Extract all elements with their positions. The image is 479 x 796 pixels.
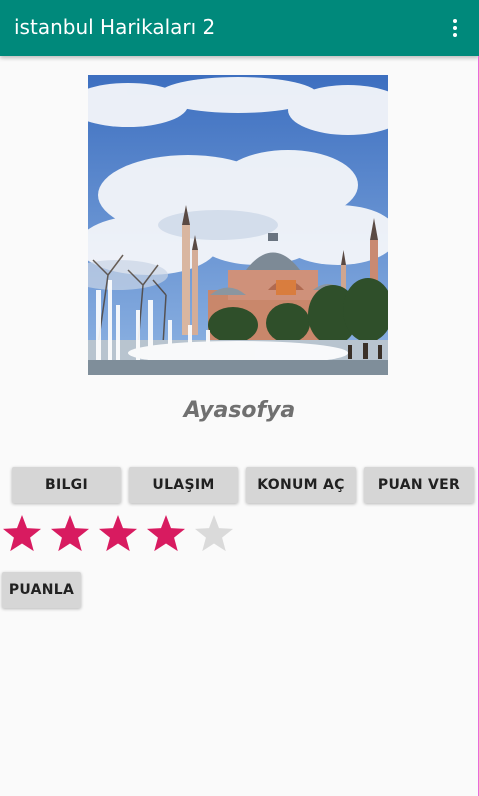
star-filled-icon[interactable]: [0, 512, 44, 556]
app-bar: istanbul Harikaları 2: [0, 0, 479, 56]
info-button[interactable]: BILGI: [12, 467, 121, 503]
rate-button[interactable]: PUANLA: [2, 572, 81, 608]
give-rating-button[interactable]: PUAN VER: [364, 467, 474, 503]
place-title: Ayasofya: [183, 398, 296, 423]
open-location-button[interactable]: KONUM AÇ: [246, 467, 356, 503]
more-vert-icon[interactable]: [443, 16, 467, 40]
star-empty-icon[interactable]: [192, 512, 236, 556]
place-photo: [88, 75, 388, 375]
app-title: istanbul Harikaları 2: [14, 15, 216, 39]
star-filled-icon[interactable]: [96, 512, 140, 556]
transport-button[interactable]: ULAŞIM: [129, 467, 238, 503]
star-filled-icon[interactable]: [48, 512, 92, 556]
star-filled-icon[interactable]: [144, 512, 188, 556]
